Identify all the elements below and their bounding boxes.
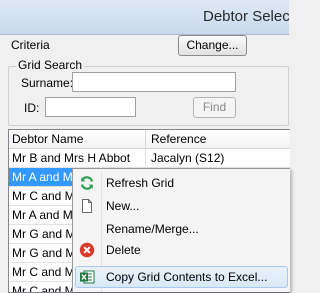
context-menu: Refresh Grid New... Rename/Merge... Dele… [72, 168, 290, 292]
column-header-reference[interactable]: Reference [151, 132, 206, 146]
column-header-debtor-name[interactable]: Debtor Name [12, 132, 83, 146]
table-row[interactable]: Mr B and Mrs H Abbot Jacalyn (S12) [9, 149, 290, 168]
delete-icon [79, 242, 95, 258]
excel-icon [80, 270, 95, 284]
cell-debtor-name: Mr B and Mrs H Abbot [12, 151, 131, 165]
grid-search-label: Grid Search [16, 58, 85, 72]
cell-reference: Jacalyn (S12) [151, 151, 225, 165]
id-label: ID: [24, 101, 40, 115]
id-input[interactable] [45, 97, 136, 117]
cell-divider [145, 149, 146, 167]
menu-item-label: New... [106, 199, 140, 213]
menu-item-delete[interactable]: Delete [75, 239, 288, 261]
surname-label: Surname: [21, 76, 74, 90]
new-document-icon [82, 199, 92, 213]
window-title: Debtor Selec [203, 8, 290, 25]
menu-item-copy-to-excel[interactable]: Copy Grid Contents to Excel... [75, 266, 288, 288]
menu-item-rename-merge[interactable]: Rename/Merge... [75, 218, 288, 240]
title-bar: Debtor Selec [0, 0, 290, 35]
menu-item-refresh-grid[interactable]: Refresh Grid [75, 172, 288, 194]
menu-item-label: Rename/Merge... [106, 222, 199, 236]
menu-item-label: Delete [106, 243, 141, 257]
surname-input[interactable] [72, 72, 236, 92]
criteria-label: Criteria [11, 38, 50, 52]
grid-header: Debtor Name Reference [9, 130, 290, 149]
menu-item-label: Copy Grid Contents to Excel... [106, 270, 268, 284]
menu-item-new[interactable]: New... [75, 195, 288, 217]
column-divider[interactable] [145, 130, 146, 148]
refresh-icon [80, 176, 94, 190]
menu-item-label: Refresh Grid [106, 176, 175, 190]
change-button[interactable]: Change... [178, 35, 247, 56]
find-button[interactable]: Find [193, 97, 236, 118]
